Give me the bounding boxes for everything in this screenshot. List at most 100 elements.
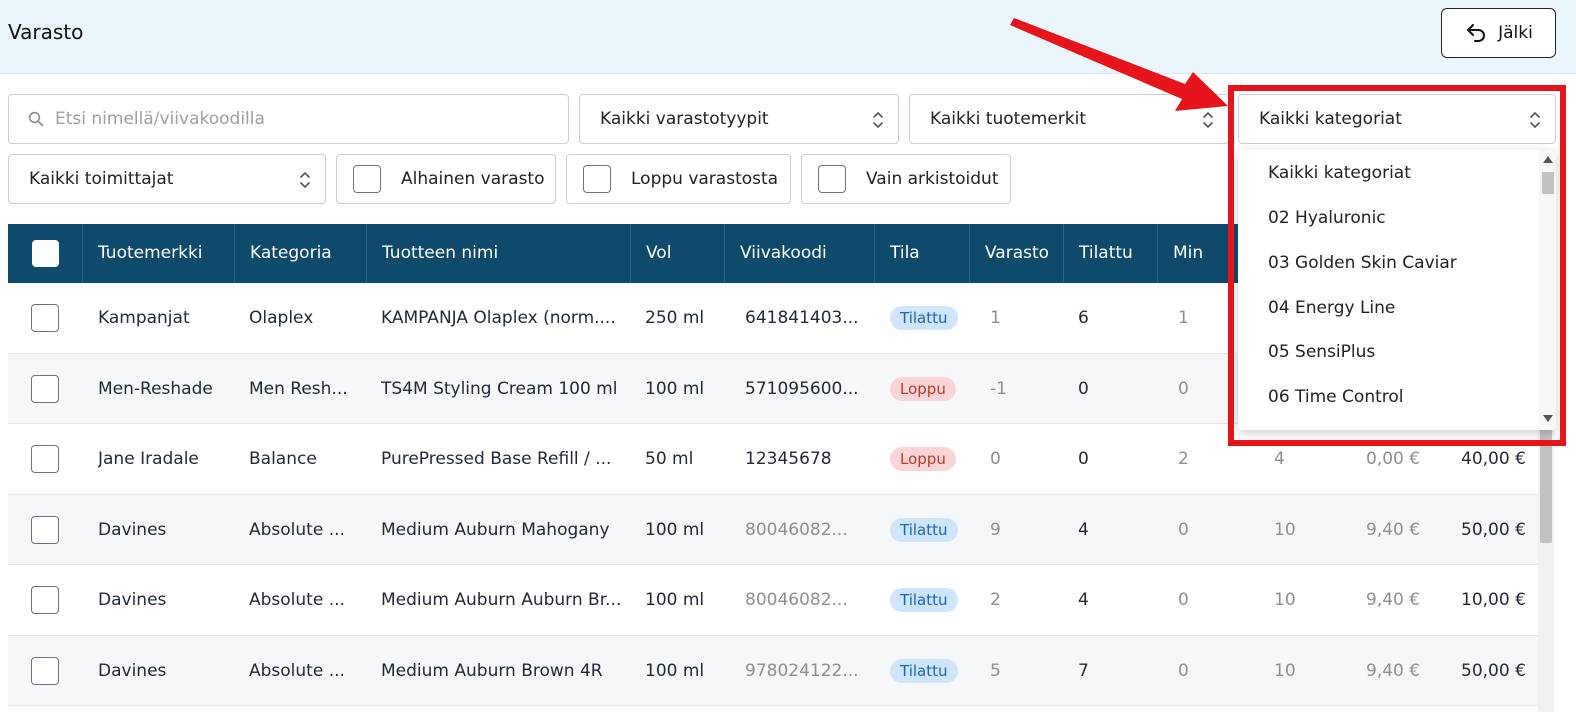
archived-only-checkbox[interactable] xyxy=(818,165,846,193)
cell-c12: 10,00 € xyxy=(1461,590,1526,610)
cell-stock: -1 xyxy=(990,378,1007,399)
cell-vol: 100 ml xyxy=(645,590,705,610)
cell-name: Medium Auburn Brown 4R xyxy=(381,660,603,681)
cell-ordered: 4 xyxy=(1078,519,1089,540)
cell-barcode: 80046082... xyxy=(745,519,848,540)
archived-only-label: Vain arkistoidut xyxy=(866,169,999,189)
cell-ordered: 6 xyxy=(1078,308,1089,328)
column-header-brand[interactable]: Tuotemerkki xyxy=(83,224,235,283)
supplier-select[interactable]: Kaikki toimittajat xyxy=(8,154,326,204)
row-checkbox[interactable] xyxy=(31,515,59,544)
cell-category: Balance xyxy=(249,449,317,469)
cell-category: Absolute ... xyxy=(249,519,345,540)
updown-chevron-icon xyxy=(1203,112,1213,128)
cell-stock: 1 xyxy=(990,308,1001,328)
search-placeholder: Etsi nimellä/viivakoodilla xyxy=(55,109,265,129)
undo-arrow-icon xyxy=(1467,24,1486,42)
row-checkbox[interactable] xyxy=(31,445,59,473)
out-of-stock-checkbox[interactable] xyxy=(583,165,611,193)
column-header-ordered[interactable]: Tilattu xyxy=(1064,224,1158,283)
cell-barcode: 80046082... xyxy=(745,590,848,610)
cell-category: Absolute ... xyxy=(249,590,345,610)
cell-c10: 10 xyxy=(1274,590,1296,610)
cell-ordered: 4 xyxy=(1078,590,1089,610)
select-all-checkbox[interactable] xyxy=(32,240,59,267)
cell-c12: 50,00 € xyxy=(1461,519,1526,540)
cell-stock: 5 xyxy=(990,660,1001,681)
status-cell: Tilattu xyxy=(890,495,970,565)
cell-vol: 100 ml xyxy=(645,378,705,399)
cell-ordered: 0 xyxy=(1078,378,1089,399)
updown-chevron-icon xyxy=(873,112,883,128)
cell-c11: 9,40 € xyxy=(1366,590,1421,610)
cell-barcode: 12345678 xyxy=(745,449,832,469)
column-header-category[interactable]: Kategoria xyxy=(235,224,367,283)
cell-stock: 2 xyxy=(990,590,1001,610)
table-row[interactable]: Davines Absolute ... Medium Auburn Brown 4… xyxy=(8,635,1538,706)
back-button[interactable]: Jälki xyxy=(1441,8,1556,58)
status-badge: Loppu xyxy=(890,447,956,471)
table-row[interactable]: Davines Absolute ... Medium Auburn Mahogan… xyxy=(8,494,1538,565)
row-checkbox[interactable] xyxy=(31,586,59,614)
cell-brand: Jane Iradale xyxy=(98,449,199,469)
row-checkbox[interactable] xyxy=(31,304,59,332)
updown-chevron-icon xyxy=(300,172,310,188)
stock-type-value: Kaikki varastotyypit xyxy=(600,109,769,129)
cell-vol: 50 ml xyxy=(645,449,694,469)
cell-barcode: 641841403... xyxy=(745,308,859,328)
row-checkbox[interactable] xyxy=(31,656,59,685)
page-title: Varasto xyxy=(8,20,84,44)
out-of-stock-toggle[interactable]: Loppu varastosta xyxy=(566,154,791,204)
archived-only-toggle[interactable]: Vain arkistoidut xyxy=(801,154,1011,204)
cell-brand: Men-Reshade xyxy=(98,378,213,399)
status-cell: Loppu xyxy=(890,354,970,424)
cell-stock: 9 xyxy=(990,519,1001,540)
cell-c12: 50,00 € xyxy=(1461,660,1526,681)
cell-ordered: 7 xyxy=(1078,660,1089,681)
cell-brand: Kampanjat xyxy=(98,308,190,328)
status-badge: Loppu xyxy=(890,376,956,401)
column-header-product-name[interactable]: Tuotteen nimi xyxy=(367,224,631,283)
cell-brand: Davines xyxy=(98,660,167,681)
row-checkbox[interactable] xyxy=(31,374,59,403)
status-cell: Tilattu xyxy=(890,565,970,635)
table-row[interactable]: Davines Absolute ... Medium Auburn Auburn … xyxy=(8,565,1538,636)
stock-type-select[interactable]: Kaikki varastotyypit xyxy=(579,94,899,144)
back-button-label: Jälki xyxy=(1498,23,1533,43)
brand-select[interactable]: Kaikki tuotemerkit xyxy=(909,94,1229,144)
cell-barcode: 978024122... xyxy=(745,660,859,681)
cell-c11: 9,40 € xyxy=(1366,660,1421,681)
status-cell: Loppu xyxy=(890,424,970,494)
cell-vol: 100 ml xyxy=(645,519,705,540)
cell-name: TS4M Styling Cream 100 ml xyxy=(381,378,618,399)
highlight-box xyxy=(1228,85,1566,446)
search-input[interactable]: Etsi nimellä/viivakoodilla xyxy=(8,94,569,144)
select-all-cell xyxy=(8,224,83,283)
column-header-status[interactable]: Tila xyxy=(875,224,970,283)
cell-vol: 250 ml xyxy=(645,308,705,328)
cell-name: Medium Auburn Auburn Br... xyxy=(381,590,622,610)
cell-category: Men Resh... xyxy=(249,378,348,399)
status-badge: Tilattu xyxy=(890,658,958,683)
cell-category: Absolute ... xyxy=(249,660,345,681)
supplier-value: Kaikki toimittajat xyxy=(29,169,174,189)
column-header-volume[interactable]: Vol xyxy=(631,224,725,283)
status-cell: Tilattu xyxy=(890,636,970,706)
low-stock-toggle[interactable]: Alhainen varasto xyxy=(336,154,556,204)
cell-vol: 100 ml xyxy=(645,660,705,681)
column-header-stock[interactable]: Varasto xyxy=(970,224,1064,283)
search-icon xyxy=(28,111,44,127)
status-cell: Tilattu xyxy=(890,283,970,353)
cell-name: KAMPANJA Olaplex (norm.... xyxy=(381,308,616,328)
cell-barcode: 571095600... xyxy=(745,378,859,399)
low-stock-label: Alhainen varasto xyxy=(401,169,545,189)
column-header-barcode[interactable]: Viivakoodi xyxy=(725,224,875,283)
cell-category: Olaplex xyxy=(249,308,314,328)
inventory-page: Varasto Jälki Etsi nimellä/viivakoodilla… xyxy=(0,0,1576,712)
status-badge: Tilattu xyxy=(890,306,958,330)
cell-min: 0 xyxy=(1178,519,1189,540)
cell-c11: 9,40 € xyxy=(1366,519,1421,540)
cell-brand: Davines xyxy=(98,519,167,540)
cell-c10: 10 xyxy=(1274,660,1296,681)
low-stock-checkbox[interactable] xyxy=(353,165,381,193)
